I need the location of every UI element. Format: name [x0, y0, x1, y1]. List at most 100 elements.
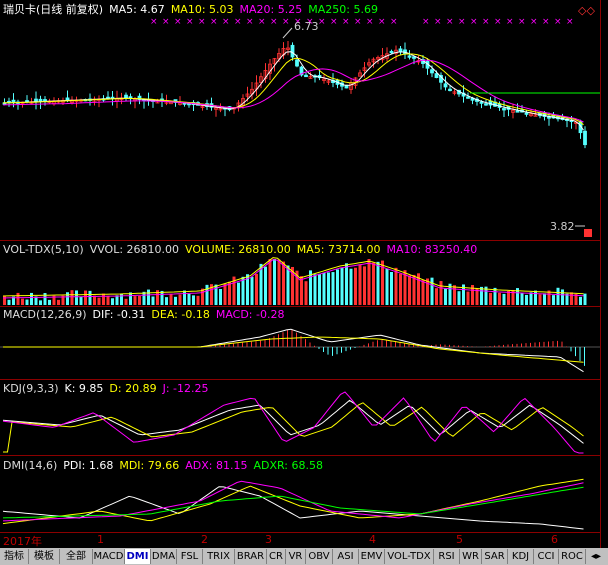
signal-marker: ×: [258, 17, 266, 27]
tab-dmi[interactable]: DMI: [125, 549, 151, 564]
candle-body: [290, 44, 295, 58]
ma5-line: [2, 51, 584, 131]
volume-bar: [138, 295, 141, 305]
signal-marker: ×: [282, 17, 290, 27]
volume-bar: [349, 268, 353, 305]
volume-bar: [354, 267, 357, 305]
signal-marker: ×: [354, 17, 362, 27]
volume-bar: [385, 268, 389, 305]
tab-rsi[interactable]: RSI: [434, 549, 460, 564]
tab-emv[interactable]: EMV: [359, 549, 385, 564]
candle-body: [38, 98, 43, 102]
candle-body: [389, 50, 394, 54]
signal-marker: ×: [318, 17, 326, 27]
dea-line: [3, 336, 584, 363]
volume-bar: [561, 289, 564, 305]
tab-all[interactable]: 全部: [60, 549, 93, 564]
low-price-marker: [584, 229, 592, 237]
signal-marker: ×: [518, 17, 526, 27]
signal-marker: ×: [366, 17, 374, 27]
volume-bar: [363, 266, 366, 305]
volume-bar: [187, 293, 191, 305]
volume-bar: [183, 290, 186, 305]
volume-bar: [570, 292, 573, 305]
volume-bar: [201, 288, 204, 305]
volume-bar: [57, 299, 60, 305]
volume-bar: [39, 300, 42, 305]
volume-bar: [147, 289, 150, 305]
signal-marker: ×: [174, 17, 182, 27]
volume-bar: [552, 295, 555, 305]
tab-obv[interactable]: OBV: [306, 549, 333, 564]
volume-bar: [421, 280, 425, 305]
volume-bar: [322, 272, 326, 305]
tab-template[interactable]: 模板: [29, 549, 60, 564]
tab-vr[interactable]: VR: [286, 549, 306, 564]
tab-asi[interactable]: ASI: [333, 549, 359, 564]
volume-bar: [466, 291, 470, 305]
volume-bar: [25, 299, 29, 305]
volume-bar: [583, 293, 587, 305]
volume-bar: [124, 298, 128, 305]
dif-line: [3, 328, 584, 373]
kdj-chart: [2, 391, 584, 454]
dmi-pane[interactable]: DMI(14,6) PDI: 1.68 MDI: 79.66 ADX: 81.15 AD…: [0, 456, 600, 532]
tab-vol-tdx[interactable]: VOL-TDX: [385, 549, 434, 564]
volume-bar: [520, 292, 524, 305]
volume-bar: [84, 290, 87, 305]
volume-bar: [106, 295, 110, 305]
volume-bar: [507, 291, 510, 305]
volume-bar: [556, 287, 560, 305]
high-price-label: 6.73: [294, 20, 319, 33]
volume-bar: [196, 295, 200, 305]
tab-roc[interactable]: ROC: [559, 549, 586, 564]
volume-bar: [358, 264, 362, 305]
volume-bar: [345, 263, 348, 305]
year-label: 2017年: [3, 535, 42, 548]
volume-bar: [169, 294, 173, 305]
tab-sar[interactable]: SAR: [482, 549, 508, 564]
tab-scroll-arrows-icon[interactable]: ◂▸: [586, 549, 606, 564]
volume-bar: [286, 265, 290, 305]
volume-bar: [331, 272, 335, 305]
volume-bar: [525, 294, 528, 305]
high-label-leader: [282, 27, 293, 39]
tab-trix[interactable]: TRIX: [203, 549, 235, 564]
tab-cr[interactable]: CR: [267, 549, 286, 564]
tab-cci[interactable]: CCI: [534, 549, 559, 564]
pdi-line: [2, 486, 584, 530]
price-pane[interactable]: 瑞贝卡(日线 前复权) MA5: 4.67 MA10: 5.03 MA20: 5.25…: [0, 0, 600, 240]
volume-bar: [151, 296, 155, 305]
tab-fsl[interactable]: FSL: [177, 549, 203, 564]
kdj-pane[interactable]: KDJ(9,3,3) K: 9.85 D: 20.89 J: -12.25: [0, 380, 600, 455]
volume-bar: [255, 273, 258, 305]
tab-wr[interactable]: WR: [460, 549, 482, 564]
ma10-line: [2, 53, 584, 126]
candle-body: [412, 56, 416, 59]
signal-marker: ×: [482, 17, 490, 27]
volume-bar: [399, 273, 402, 305]
candle-body: [398, 48, 403, 53]
volume-bar: [174, 296, 177, 305]
macd-pane[interactable]: MACD(12,26,9) DIF: -0.31 DEA: -0.18 MACD: -…: [0, 307, 600, 379]
volume-bar: [444, 288, 447, 305]
volume-bar: [579, 296, 582, 305]
volume-bar: [475, 288, 479, 305]
volume-bar: [165, 297, 168, 305]
volume-bar: [237, 282, 240, 305]
volume-bar: [192, 295, 195, 305]
tab-indicator[interactable]: 指标: [0, 549, 29, 564]
volume-pane[interactable]: VOL-TDX(5,10) VVOL: 26810.00 VOLUME: 26810…: [0, 241, 600, 306]
tab-macd[interactable]: MACD: [93, 549, 125, 564]
signal-marker: ×: [378, 17, 386, 27]
low-price-label: 3.82: [550, 220, 575, 233]
volume-bar: [453, 285, 456, 305]
volume-bar: [498, 292, 501, 305]
macd-chart: [0, 328, 600, 373]
tab-dma[interactable]: DMA: [151, 549, 177, 564]
volume-bar: [277, 259, 281, 305]
signal-marker: ×: [210, 17, 218, 27]
volume-bar: [48, 299, 51, 305]
tab-brar[interactable]: BRAR: [235, 549, 267, 564]
tab-kdj[interactable]: KDJ: [508, 549, 534, 564]
